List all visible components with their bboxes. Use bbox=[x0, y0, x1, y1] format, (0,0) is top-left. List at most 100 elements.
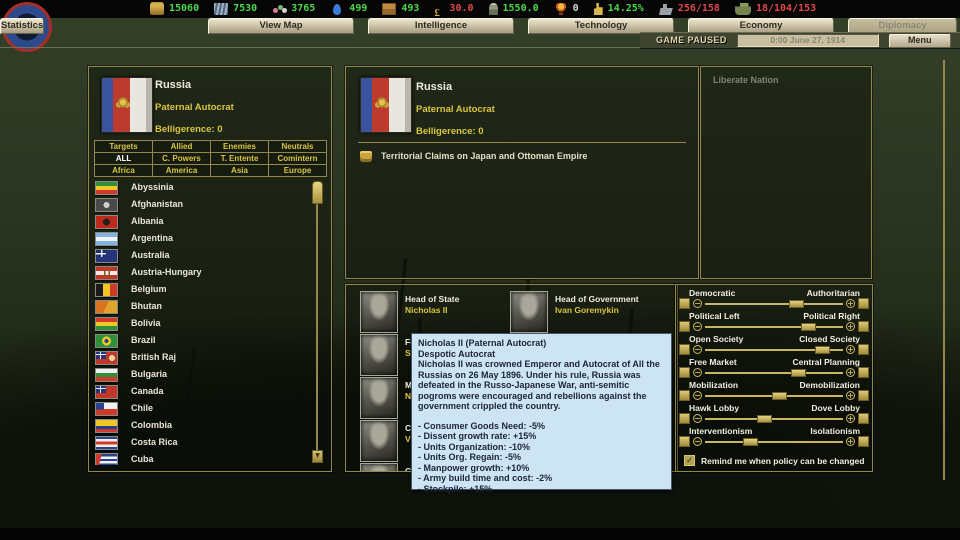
slider-track[interactable] bbox=[705, 303, 843, 305]
country-list-item[interactable]: Afghanistan bbox=[95, 196, 307, 213]
country-list-item[interactable]: Canada bbox=[95, 383, 307, 400]
dissent-icon bbox=[594, 3, 603, 15]
decrease-icon[interactable]: − bbox=[693, 322, 702, 331]
game-date: 0:00 June 27, 1914 bbox=[737, 34, 879, 47]
increase-icon[interactable]: + bbox=[846, 322, 855, 331]
country-list-item[interactable]: Abyssinia bbox=[95, 179, 307, 196]
increase-icon[interactable]: + bbox=[846, 299, 855, 308]
filter-button[interactable]: T. Entente bbox=[211, 153, 268, 164]
country-label: Afghanistan bbox=[131, 199, 183, 210]
filter-button[interactable]: Asia bbox=[211, 165, 268, 176]
slider-track[interactable] bbox=[705, 349, 843, 351]
minister-slot[interactable]: Head of Government Ivan Goremykin bbox=[510, 291, 670, 334]
increase-icon[interactable]: + bbox=[846, 345, 855, 354]
increase-icon[interactable]: + bbox=[846, 368, 855, 377]
increase-icon[interactable]: + bbox=[846, 414, 855, 423]
main-tab[interactable]: View Map bbox=[208, 18, 354, 34]
country-list-item[interactable]: Colombia bbox=[95, 417, 307, 434]
country-list-item[interactable]: Bulgaria bbox=[95, 366, 307, 383]
slider-thumb[interactable] bbox=[757, 415, 772, 423]
country-list-item[interactable]: Brazil bbox=[95, 332, 307, 349]
filter-button[interactable]: America bbox=[153, 165, 210, 176]
minister-portrait bbox=[510, 291, 548, 333]
divider bbox=[358, 142, 686, 143]
country-list-item[interactable]: Australia bbox=[95, 247, 307, 264]
country-list-item[interactable]: Belgium bbox=[95, 281, 307, 298]
country-list-item[interactable]: British Raj bbox=[95, 349, 307, 366]
country-flag-icon bbox=[95, 436, 118, 450]
russia-flag bbox=[360, 77, 412, 133]
minister-name: Ivan Goremykin bbox=[555, 305, 639, 316]
country-list-item[interactable]: Albania bbox=[95, 213, 307, 230]
filter-button[interactable]: C. Powers bbox=[153, 153, 210, 164]
filter-button[interactable]: Targets bbox=[95, 141, 152, 152]
increase-icon[interactable]: + bbox=[846, 437, 855, 446]
country-list-item[interactable]: Bhutan bbox=[95, 298, 307, 315]
policy-sliders-panel: Democratic Authoritarian − + Political L… bbox=[675, 284, 873, 472]
slider-track[interactable] bbox=[705, 418, 843, 420]
slider-left-button[interactable] bbox=[679, 436, 690, 447]
slider-track[interactable] bbox=[705, 441, 843, 443]
decrease-icon[interactable]: − bbox=[693, 345, 702, 354]
increase-icon[interactable]: + bbox=[846, 391, 855, 400]
scrollbar-thumb[interactable] bbox=[312, 181, 323, 204]
letterbox-bar bbox=[0, 528, 960, 540]
slider-thumb[interactable] bbox=[772, 392, 787, 400]
slider-track[interactable] bbox=[705, 395, 843, 397]
country-flag-icon bbox=[95, 249, 118, 263]
slider-thumb[interactable] bbox=[815, 346, 830, 354]
country-label: British Raj bbox=[131, 352, 176, 363]
main-tab[interactable]: Statistics bbox=[0, 18, 44, 34]
slider-right-label: Demobilization bbox=[800, 380, 860, 390]
slider-thumb[interactable] bbox=[791, 369, 806, 377]
territorial-claims-row: Territorial Claims on Japan and Ottoman … bbox=[360, 151, 587, 162]
slider-thumb[interactable] bbox=[743, 438, 758, 446]
country-flag-icon bbox=[95, 385, 118, 399]
scroll-down-arrow-icon[interactable]: ▼ bbox=[312, 450, 323, 463]
decrease-icon[interactable]: − bbox=[693, 299, 702, 308]
decrease-icon[interactable]: − bbox=[693, 414, 702, 423]
country-list-item[interactable]: Bolivia bbox=[95, 315, 307, 332]
country-flag-icon bbox=[95, 368, 118, 382]
reminder-checkbox[interactable]: ✓ bbox=[684, 455, 695, 466]
slider-thumb[interactable] bbox=[801, 323, 816, 331]
decrease-icon[interactable]: − bbox=[693, 437, 702, 446]
country-list-item[interactable]: Cuba bbox=[95, 451, 307, 465]
country-list-item[interactable]: Argentina bbox=[95, 230, 307, 247]
filter-button[interactable]: Africa bbox=[95, 165, 152, 176]
filter-button[interactable]: Allied bbox=[153, 141, 210, 152]
divisions-icon bbox=[735, 3, 751, 15]
minister-slot[interactable]: Head of State Nicholas II bbox=[360, 291, 510, 334]
liberate-nation-action[interactable]: Liberate Nation bbox=[713, 75, 779, 86]
country-list: Abyssinia Afghanistan Albania Argentina … bbox=[95, 179, 307, 465]
country-list-item[interactable]: Chile bbox=[95, 400, 307, 417]
resource-value: 7530 bbox=[233, 3, 257, 15]
filter-button[interactable]: Comintern bbox=[269, 153, 326, 164]
filter-button[interactable]: Europe bbox=[269, 165, 326, 176]
main-tab[interactable]: Intelligence bbox=[368, 18, 514, 34]
filter-button[interactable]: Enemies bbox=[211, 141, 268, 152]
minister-role: Head of State bbox=[405, 294, 459, 305]
slider-track[interactable] bbox=[705, 326, 843, 328]
industry-icon bbox=[150, 3, 164, 15]
country-label: Albania bbox=[131, 216, 164, 227]
filter-button[interactable]: Neutrals bbox=[269, 141, 326, 152]
country-filter-grid: TargetsAlliedEnemiesNeutrals ALLC. Powers… bbox=[94, 140, 327, 177]
slider-right-button[interactable] bbox=[858, 436, 869, 447]
slider-track[interactable] bbox=[705, 372, 843, 374]
country-label: Abyssinia bbox=[131, 182, 174, 193]
decrease-icon[interactable]: − bbox=[693, 368, 702, 377]
scrollbar-track[interactable] bbox=[316, 181, 318, 463]
decrease-icon[interactable]: − bbox=[693, 391, 702, 400]
country-scrollbar: ▼ bbox=[312, 181, 322, 463]
slider-thumb[interactable] bbox=[789, 300, 804, 308]
country-flag-icon bbox=[95, 453, 118, 466]
resource-item: 1550.0 bbox=[489, 3, 539, 15]
window-edge bbox=[943, 60, 945, 480]
filter-button[interactable]: ALL bbox=[95, 153, 152, 164]
menu-button[interactable]: Menu bbox=[889, 34, 951, 48]
country-list-item[interactable]: Austria-Hungary bbox=[95, 264, 307, 281]
minister-tooltip: Nicholas II (Paternal Autocrat) Despotic… bbox=[411, 333, 672, 490]
belligerence-value: Belligerence: 0 bbox=[155, 124, 223, 135]
country-list-item[interactable]: Costa Rica bbox=[95, 434, 307, 451]
